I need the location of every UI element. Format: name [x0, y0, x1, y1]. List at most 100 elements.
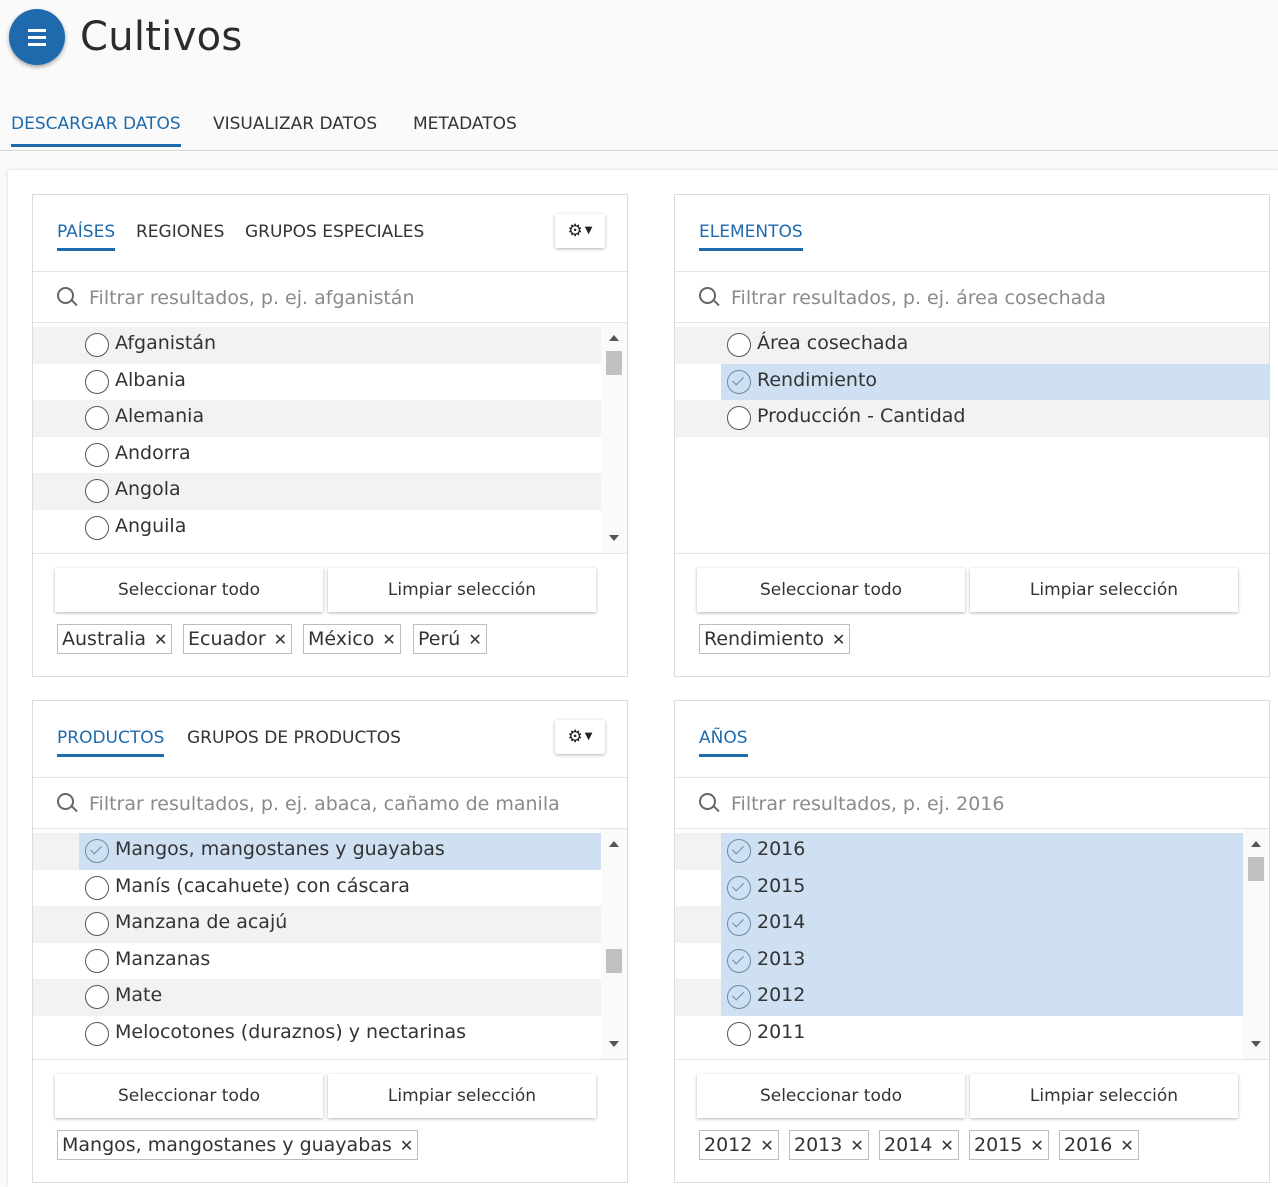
years-search-input[interactable]	[729, 788, 1253, 820]
list-item[interactable]: Producción - Cantidad	[675, 400, 1269, 437]
products-selected-tags: Mangos, mangostanes y guayabas ✕	[33, 1128, 627, 1182]
remove-icon[interactable]: ✕	[1030, 1136, 1043, 1155]
search-icon	[699, 287, 716, 304]
scroll-thumb[interactable]	[606, 949, 622, 973]
remove-icon[interactable]: ✕	[832, 630, 845, 649]
list-item[interactable]: Manzanas	[33, 943, 601, 980]
tab-regiones[interactable]: REGIONES	[136, 222, 224, 248]
scroll-up-icon[interactable]	[609, 335, 619, 341]
remove-icon[interactable]: ✕	[760, 1136, 773, 1155]
products-scrollbar[interactable]	[601, 829, 627, 1059]
products-actions: Seleccionar todo Limpiar selección	[33, 1060, 627, 1128]
countries-search-input[interactable]	[87, 282, 611, 314]
list-item[interactable]: Albania	[33, 364, 601, 401]
list-item[interactable]: 2015	[675, 869, 1243, 906]
radio-icon	[85, 442, 109, 467]
tab-productos[interactable]: PRODUCTOS	[57, 728, 165, 757]
hamburger-icon	[28, 29, 46, 32]
list-item[interactable]: 2012	[675, 979, 1243, 1016]
list-item[interactable]: 2016	[675, 833, 1243, 870]
list-item[interactable]: Mate	[33, 979, 601, 1016]
tab-anos[interactable]: AÑOS	[699, 728, 748, 757]
tab-grupos-especiales[interactable]: GRUPOS ESPECIALES	[245, 222, 424, 248]
list-item[interactable]: 2013	[675, 942, 1243, 979]
clear-selection-button[interactable]: Limpiar selección	[328, 1074, 596, 1118]
clear-selection-button[interactable]: Limpiar selección	[970, 568, 1238, 612]
select-all-button[interactable]: Seleccionar todo	[55, 1074, 323, 1118]
scroll-down-icon[interactable]	[609, 1041, 619, 1047]
products-search	[33, 778, 627, 829]
remove-icon[interactable]: ✕	[468, 630, 481, 649]
radio-icon	[85, 1021, 109, 1046]
radio-icon	[85, 406, 109, 430]
check-circle-icon	[727, 875, 751, 900]
years-actions: Seleccionar todo Limpiar selección	[675, 1060, 1269, 1128]
list-item[interactable]: 2011	[675, 1016, 1243, 1053]
scroll-up-icon[interactable]	[1251, 841, 1261, 847]
scroll-thumb[interactable]	[1248, 857, 1264, 881]
selected-tag: Australia ✕	[57, 624, 173, 654]
select-all-button[interactable]: Seleccionar todo	[697, 1074, 965, 1118]
years-tabs: AÑOS	[675, 701, 1269, 778]
tab-visualizar-datos[interactable]: VISUALIZAR DATOS	[213, 114, 377, 144]
remove-icon[interactable]: ✕	[274, 630, 287, 649]
list-item[interactable]: Anguila	[33, 510, 601, 547]
list-item[interactable]: 2014	[675, 906, 1243, 943]
gear-icon: ⚙	[567, 221, 583, 241]
countries-panel: PAÍSES REGIONES GRUPOS ESPECIALES ⚙▼ Afg…	[32, 194, 628, 677]
radio-icon	[727, 1021, 751, 1046]
list-item[interactable]: Área cosechada	[675, 327, 1269, 364]
list-item[interactable]: Alemania	[33, 400, 601, 437]
years-selected-tags: 2012 ✕ 2013 ✕ 2014 ✕ 2015 ✕ 2016 ✕	[675, 1128, 1269, 1182]
scroll-down-icon[interactable]	[609, 535, 619, 541]
list-item[interactable]: Manís (cacahuete) con cáscara	[33, 870, 601, 907]
select-all-button[interactable]: Seleccionar todo	[697, 568, 965, 612]
radio-icon	[85, 948, 109, 973]
check-circle-icon	[727, 839, 751, 863]
tab-descargar-datos[interactable]: DESCARGAR DATOS	[11, 114, 181, 147]
list-item[interactable]: Angola	[33, 473, 601, 510]
remove-icon[interactable]: ✕	[400, 1136, 413, 1155]
list-item[interactable]: Rendimiento	[675, 363, 1269, 400]
tab-metadatos[interactable]: METADATOS	[413, 114, 517, 144]
check-circle-icon	[727, 985, 751, 1009]
clear-selection-button[interactable]: Limpiar selección	[328, 568, 596, 612]
countries-tabs: PAÍSES REGIONES GRUPOS ESPECIALES ⚙ ▼	[33, 195, 627, 272]
search-icon	[57, 793, 74, 810]
select-all-button[interactable]: Seleccionar todo	[55, 568, 323, 612]
scroll-up-icon[interactable]	[609, 841, 619, 847]
countries-scrollbar[interactable]	[601, 323, 627, 553]
elements-search-input[interactable]	[729, 282, 1253, 314]
products-settings-button[interactable]: ⚙ ▼	[555, 720, 605, 754]
countries-selected-tags: Australia ✕ Ecuador ✕ México ✕ Perú ✕	[33, 622, 627, 676]
tab-elementos[interactable]: ELEMENTOS	[699, 222, 803, 251]
radio-icon	[85, 515, 109, 540]
selected-tag: 2012 ✕	[699, 1130, 779, 1160]
list-item[interactable]: Mangos, mangostanes y guayabas	[33, 833, 601, 870]
elements-selected-tags: Rendimiento ✕	[675, 622, 1269, 676]
scroll-thumb[interactable]	[606, 351, 622, 375]
remove-icon[interactable]: ✕	[850, 1136, 863, 1155]
products-search-input[interactable]	[87, 788, 611, 820]
remove-icon[interactable]: ✕	[940, 1136, 953, 1155]
list-item[interactable]: Melocotones (duraznos) y nectarinas	[33, 1016, 601, 1053]
elements-tabs: ELEMENTOS	[675, 195, 1269, 272]
radio-icon	[85, 369, 109, 394]
hamburger-menu-button[interactable]	[9, 9, 65, 65]
years-scrollbar[interactable]	[1243, 829, 1269, 1059]
remove-icon[interactable]: ✕	[382, 630, 395, 649]
selected-tag: 2016 ✕	[1059, 1130, 1139, 1160]
countries-search	[33, 272, 627, 323]
scroll-down-icon[interactable]	[1251, 1041, 1261, 1047]
products-tabs: PRODUCTOS GRUPOS DE PRODUCTOS ⚙ ▼	[33, 701, 627, 778]
remove-icon[interactable]: ✕	[154, 630, 167, 649]
products-list: Mangos, mangostanes y guayabas Manís (ca…	[33, 829, 627, 1060]
list-item[interactable]: Afganistán	[33, 327, 601, 364]
clear-selection-button[interactable]: Limpiar selección	[970, 1074, 1238, 1118]
countries-settings-button[interactable]: ⚙ ▼	[555, 214, 605, 248]
remove-icon[interactable]: ✕	[1120, 1136, 1133, 1155]
list-item[interactable]: Andorra	[33, 437, 601, 474]
tab-paises[interactable]: PAÍSES	[57, 222, 116, 251]
list-item[interactable]: Manzana de acajú	[33, 906, 601, 943]
tab-grupos-de-productos[interactable]: GRUPOS DE PRODUCTOS	[187, 728, 401, 754]
